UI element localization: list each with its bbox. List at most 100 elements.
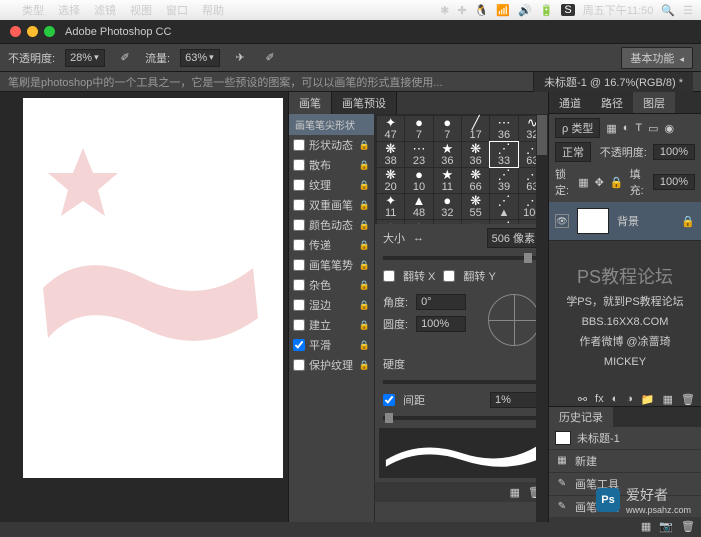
lock-pixels-icon[interactable]: ▦	[578, 176, 588, 189]
visibility-icon[interactable]: 👁	[555, 214, 569, 228]
trash-icon[interactable]: 🗑	[681, 393, 695, 406]
brush-option-checkbox[interactable]	[293, 199, 305, 211]
trash-icon[interactable]: 🗑	[681, 520, 695, 533]
brush-thumb[interactable]: ⋰39	[490, 168, 517, 193]
tab-channels[interactable]: 通道	[549, 92, 591, 113]
tab-layers[interactable]: 图层	[633, 92, 675, 113]
brush-option-1[interactable]: 散布🔒	[289, 155, 374, 175]
brush-option-7[interactable]: 杂色🔒	[289, 275, 374, 295]
layer-opacity-field[interactable]: 100%	[653, 144, 695, 160]
tab-history[interactable]: 历史记录	[549, 407, 613, 427]
opacity-input[interactable]: 28%▾	[65, 49, 105, 67]
flow-input[interactable]: 63%▾	[180, 49, 220, 67]
brush-option-checkbox[interactable]	[293, 159, 305, 171]
input-icon[interactable]: S	[561, 4, 574, 16]
brush-thumb[interactable]: ■45	[462, 220, 489, 224]
brush-thumb[interactable]: ⋰▲	[490, 194, 517, 219]
lock-all-icon[interactable]: 🔒	[610, 176, 624, 189]
volume-icon[interactable]: 🔊	[518, 4, 532, 17]
notification-icon[interactable]: ☰	[683, 4, 693, 17]
brush-option-0[interactable]: 形状动态🔒	[289, 135, 374, 155]
brush-option-checkbox[interactable]	[293, 299, 305, 311]
menu-help[interactable]: 帮助	[202, 2, 224, 18]
brush-thumb[interactable]: ❋36	[462, 142, 489, 167]
brush-option-5[interactable]: 传递🔒	[289, 235, 374, 255]
workspace-button[interactable]: 基本功能 ◂	[621, 47, 693, 69]
brush-option-checkbox[interactable]	[293, 239, 305, 251]
brush-thumb[interactable]: ▲▲	[405, 220, 432, 224]
link-icon[interactable]: ⚯	[578, 393, 587, 406]
menu-select[interactable]: 选择	[58, 2, 80, 18]
flip-reset-icon[interactable]: ↔	[413, 232, 424, 244]
brush-thumb[interactable]: ●7	[405, 116, 432, 141]
filter-icon[interactable]: ◐	[623, 122, 630, 134]
pressure-opacity-icon[interactable]: ✐	[115, 48, 135, 68]
brush-thumb[interactable]: ⋯23	[405, 142, 432, 167]
size-field[interactable]: 506 像素	[487, 228, 540, 248]
document-tab[interactable]: 未标题-1 @ 16.7%(RGB/8) *	[533, 72, 693, 92]
brush-option-6[interactable]: 画笔笔势🔒	[289, 255, 374, 275]
qq-icon[interactable]: 🐧	[475, 4, 489, 17]
brush-thumb[interactable]: ★11	[434, 168, 461, 193]
minimize-button[interactable]	[27, 26, 38, 37]
brush-option-10[interactable]: 平滑🔒	[289, 335, 374, 355]
brush-scrollbar[interactable]	[536, 114, 548, 522]
brush-option-11[interactable]: 保护纹理🔒	[289, 355, 374, 375]
brush-thumb[interactable]: ❋38	[377, 142, 404, 167]
tab-paths[interactable]: 路径	[591, 92, 633, 113]
menu-window[interactable]: 窗口	[166, 2, 188, 18]
brush-option-checkbox[interactable]	[293, 259, 305, 271]
brush-tip-shape-header[interactable]: 画笔笔尖形状	[289, 114, 374, 135]
roundness-field[interactable]: 100%	[416, 316, 466, 332]
brush-thumb[interactable]: ❋66	[462, 168, 489, 193]
brush-option-2[interactable]: 纹理🔒	[289, 175, 374, 195]
brush-thumb[interactable]: ⋯36	[490, 116, 517, 141]
clock[interactable]: 周五下午11:50	[583, 2, 654, 18]
adjustment-icon[interactable]: ◑	[626, 393, 633, 405]
airbrush-icon[interactable]: ✈	[230, 48, 250, 68]
layer-item-background[interactable]: 👁 背景 🔒	[549, 202, 701, 241]
history-item[interactable]: ▦新建	[549, 450, 701, 473]
menubar-extra-icon[interactable]: ✱	[440, 4, 449, 17]
snapshot-icon[interactable]: 📷	[659, 520, 673, 533]
brush-option-8[interactable]: 湿边🔒	[289, 295, 374, 315]
brush-thumb[interactable]: ●10	[405, 168, 432, 193]
filter-icon[interactable]: T	[635, 122, 642, 134]
spacing-field[interactable]: 1%	[490, 392, 540, 408]
fx-icon[interactable]: fx	[595, 393, 604, 405]
menu-filter[interactable]: 滤镜	[94, 2, 116, 18]
menubar-extra-icon[interactable]: ✚	[457, 4, 466, 17]
layer-thumbnail[interactable]	[577, 208, 609, 234]
mask-icon[interactable]: ◐	[612, 393, 619, 405]
maximize-button[interactable]	[44, 26, 55, 37]
history-snapshot[interactable]: 未标题-1	[549, 427, 701, 450]
tab-brush-presets[interactable]: 画笔预设	[332, 92, 397, 114]
brush-option-checkbox[interactable]	[293, 279, 305, 291]
brush-thumb[interactable]: ★36	[434, 142, 461, 167]
filter-type[interactable]: ρ 类型	[555, 118, 600, 138]
brush-thumb[interactable]: ❋20	[377, 168, 404, 193]
blend-mode[interactable]: 正常	[555, 142, 591, 162]
spotlight-icon[interactable]: 🔍	[661, 4, 675, 17]
brush-thumb[interactable]: ⋰33	[490, 142, 517, 167]
brush-option-checkbox[interactable]	[293, 359, 305, 371]
brush-thumb[interactable]: ▲▲	[377, 220, 404, 224]
battery-icon[interactable]: 🔋	[540, 4, 554, 17]
flipx-checkbox[interactable]	[383, 270, 395, 282]
brush-thumb[interactable]: ✦47	[377, 116, 404, 141]
filter-icon[interactable]: ▦	[606, 122, 616, 135]
brush-option-4[interactable]: 颜色动态🔒	[289, 215, 374, 235]
brush-thumb[interactable]: ●32	[434, 194, 461, 219]
create-doc-icon[interactable]: ▦	[641, 520, 651, 533]
pressure-size-icon[interactable]: ✐	[260, 48, 280, 68]
brush-thumb[interactable]: ❋55	[462, 194, 489, 219]
close-button[interactable]	[10, 26, 21, 37]
brush-option-checkbox[interactable]	[293, 339, 305, 351]
fill-field[interactable]: 100%	[653, 174, 695, 190]
angle-field[interactable]: 0°	[416, 294, 466, 310]
brush-option-checkbox[interactable]	[293, 179, 305, 191]
size-slider[interactable]	[383, 256, 540, 260]
brush-thumb[interactable]: ╱17	[462, 116, 489, 141]
brush-option-9[interactable]: 建立🔒	[289, 315, 374, 335]
filter-icon[interactable]: ◉	[665, 122, 675, 135]
